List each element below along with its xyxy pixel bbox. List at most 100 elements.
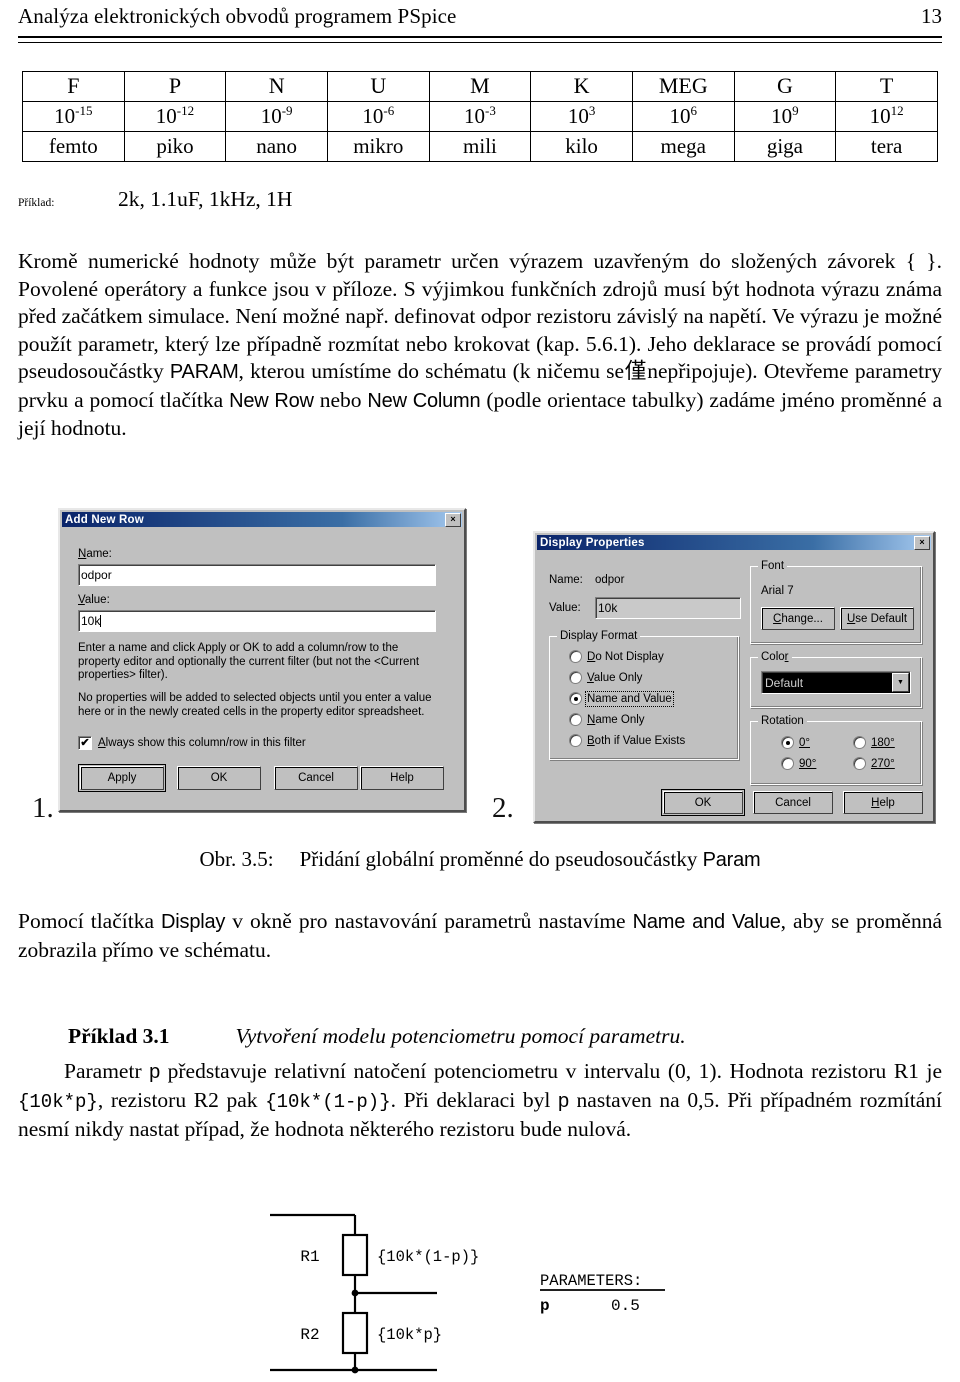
radio-icon (569, 713, 582, 726)
parameter-value: 0.5 (611, 1297, 640, 1315)
radio-rotation-180[interactable]: 180° (853, 736, 895, 749)
radio-both-if-value-exists[interactable]: Both if Value Exists (569, 734, 685, 747)
parameters-title: PARAMETERS: (540, 1272, 642, 1290)
table-cell-power: 10-9 (225, 101, 328, 132)
p1-part3: nebo (313, 387, 368, 412)
value-input[interactable]: 10k (78, 610, 436, 632)
dialog-title: Add New Row (65, 513, 144, 526)
keyword-p2: p (557, 1089, 569, 1112)
table-cell-name: mikro (326, 131, 430, 162)
figure-caption: Obr. 3.5: Přidání globální proměnné do ps… (0, 847, 960, 872)
name-field-label: Name: (78, 548, 112, 560)
help-text-secondary: No properties will be added to selected … (78, 692, 432, 718)
table-cell-symbol: T (835, 71, 938, 102)
font-group-label: Font (758, 560, 788, 572)
table-cell-power: 10-6 (326, 101, 430, 132)
ok-button[interactable]: OK (661, 789, 745, 816)
dialog-display-properties[interactable]: Display Properties × Name: odpor Value: … (533, 531, 935, 823)
radio-rotation-270[interactable]: 270° (853, 757, 895, 770)
dialog-add-new-row[interactable]: Add New Row × Name: odpor Value: 10k Ent… (58, 508, 466, 812)
radio-value-only[interactable]: Value Only (569, 671, 642, 684)
table-cell-power: 1012 (835, 101, 938, 132)
p3-part2: představuje relativní natočení potenciom… (160, 1059, 942, 1083)
table-cell-power: 10-3 (428, 101, 532, 132)
table-cell-power: 109 (733, 101, 837, 132)
keyword-param: PARAM (169, 361, 239, 383)
example-line-value: 2k, 1.1uF, 1kHz, 1H (118, 187, 293, 211)
value-input-value: 10k (81, 614, 101, 628)
table-cell-symbol: M (428, 71, 532, 102)
radio-icon-selected (569, 692, 582, 705)
p2-part1: Pomocí tlačítka (18, 909, 162, 933)
table-cell-symbol: U (326, 71, 430, 102)
p3-part3: , rezistoru R2 pak (97, 1087, 266, 1112)
text-caret (100, 615, 102, 627)
rotation-group: Rotation (750, 715, 922, 785)
apply-button[interactable]: Apply (78, 764, 166, 792)
unit-prefix-table: F P N U M K MEG G T 10-15 10-12 10-9 10-… (22, 71, 938, 162)
paragraph-display-button: Pomocí tlačítka Display v okně pro nasta… (18, 908, 942, 964)
dialog-titlebar[interactable]: Display Properties × (537, 535, 931, 550)
caption-text: Přidání globální proměnné do pseudosoučá… (299, 847, 703, 871)
expression-r1: {10k*p} (18, 1090, 98, 1113)
table-row-names: femto piko nano mikro mili kilo mega gig… (22, 131, 938, 162)
radio-rotation-180-label: 180° (871, 736, 895, 749)
cancel-button[interactable]: Cancel (274, 766, 358, 790)
table-cell-name: femto (22, 131, 125, 162)
radio-name-only[interactable]: Name Only (569, 713, 645, 726)
close-icon[interactable]: × (914, 535, 930, 550)
expression-r2: {10k*(1-p)} (265, 1090, 391, 1113)
always-show-checkbox[interactable]: ✔ Always show this column/row in this fi… (78, 736, 306, 750)
dp-name-label: Name: (549, 574, 583, 586)
schematic-svg: R1 {10k*(1-p)} R2 {10k*p} PARAMETERS: p … (270, 1213, 665, 1374)
keyword-new-column: New Column (367, 389, 481, 412)
display-format-group-label: Display Format (557, 630, 641, 642)
radio-rotation-270-label: 270° (871, 757, 895, 770)
font-use-default-button[interactable]: Use Default (840, 607, 914, 630)
table-cell-name: nano (225, 131, 328, 162)
radio-rotation-90[interactable]: 90° (781, 757, 816, 770)
font-change-button[interactable]: Change... (761, 607, 835, 630)
table-cell-name: giga (733, 131, 837, 162)
p3-part1: Parametr (64, 1059, 150, 1083)
dp-name-value: odpor (595, 574, 625, 586)
table-cell-name: kilo (530, 131, 633, 162)
label-r1: R1 (300, 1248, 319, 1266)
caption-keyword-param: Param (702, 849, 761, 871)
help-button[interactable]: Help (360, 766, 444, 790)
p3-part4: . Při deklaraci byl (390, 1087, 558, 1112)
running-head: Analýza elektronických obvodů programem … (18, 4, 942, 29)
rotation-group-label: Rotation (758, 715, 807, 727)
example-heading-label: Příklad 3.1 (68, 1024, 170, 1048)
name-input-value: odpor (81, 568, 112, 582)
p2-part2: v okně pro nastavování parametrů nastaví… (225, 909, 633, 933)
chevron-down-icon[interactable]: ▼ (892, 673, 909, 692)
table-cell-power: 10-15 (22, 101, 125, 132)
dp-value-input[interactable]: 10k (595, 597, 741, 619)
dp-value-label: Value: (549, 602, 581, 614)
dialog-title: Display Properties (540, 536, 645, 549)
value-r1: {10k*(1-p)} (377, 1248, 479, 1266)
figure-number-1: 1. (32, 792, 54, 824)
table-cell-symbol: MEG (631, 71, 735, 102)
label-r2: R2 (300, 1326, 319, 1344)
dialog-titlebar[interactable]: Add New Row × (62, 512, 462, 527)
radio-icon (853, 736, 866, 749)
radio-name-and-value[interactable]: Name and Value (569, 690, 674, 707)
radio-icon (781, 757, 794, 770)
name-input[interactable]: odpor (78, 564, 436, 586)
help-button[interactable]: Help (843, 791, 923, 814)
cancel-button[interactable]: Cancel (753, 791, 833, 814)
table-cell-symbol: F (22, 71, 125, 102)
table-cell-power: 106 (631, 101, 735, 132)
close-icon[interactable]: × (445, 512, 461, 527)
color-dropdown[interactable]: Default ▼ (761, 671, 911, 694)
radio-rotation-0-label: 0° (799, 736, 810, 749)
circuit-schematic: R1 {10k*(1-p)} R2 {10k*p} PARAMETERS: p … (245, 1205, 715, 1380)
page-title: Analýza elektronických obvodů programem … (18, 4, 457, 28)
radio-rotation-0[interactable]: 0° (781, 736, 810, 749)
keyword-p: p (149, 1061, 161, 1083)
ok-button[interactable]: OK (177, 766, 261, 790)
radio-do-not-display[interactable]: Do Not Display (569, 650, 664, 663)
table-cell-power: 103 (530, 101, 633, 132)
